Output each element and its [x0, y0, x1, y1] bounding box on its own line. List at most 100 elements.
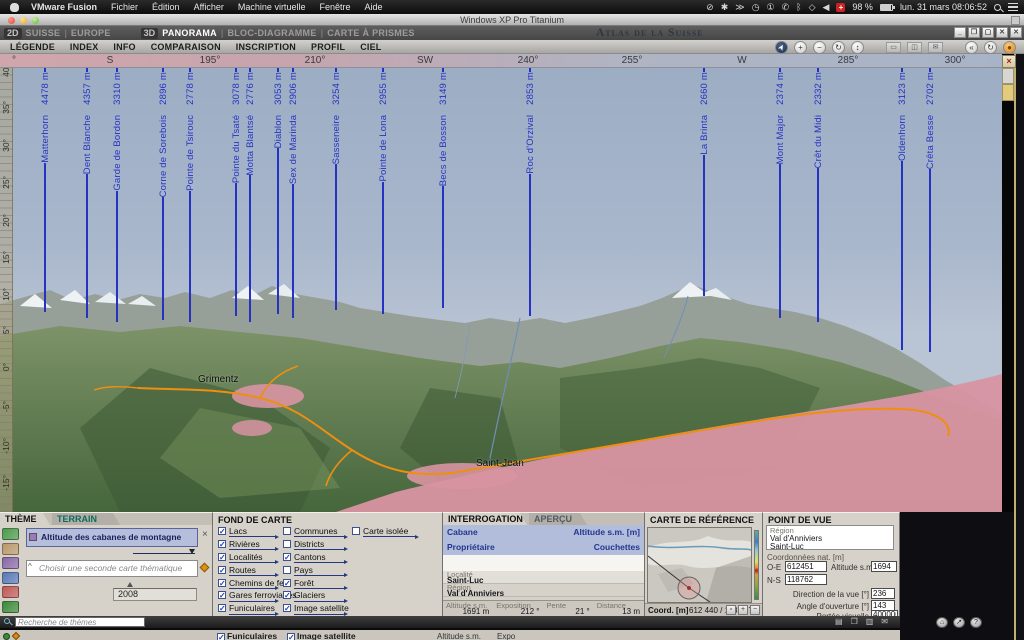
layer-slider[interactable] — [294, 601, 344, 602]
nav-légende[interactable]: LÉGENDE — [10, 42, 55, 52]
spotlight-icon[interactable] — [994, 4, 1001, 11]
panorama-scrollbar[interactable] — [1002, 68, 1014, 512]
nav-comparaison[interactable]: COMPARAISON — [151, 42, 221, 52]
layer-slider[interactable] — [229, 549, 275, 550]
minimize-traffic-light[interactable] — [20, 17, 27, 24]
slider-arrow-icon[interactable] — [344, 535, 348, 539]
swiss-flag-icon[interactable] — [836, 3, 845, 12]
zoom-in-tool-button[interactable]: + — [794, 41, 807, 54]
slider-marker-icon[interactable] — [189, 549, 195, 554]
butterfly-icon[interactable] — [2, 528, 19, 540]
tab-apercu[interactable]: APERÇU — [529, 513, 587, 525]
refresh-tool-button[interactable]: ↻ — [832, 41, 845, 54]
layer-slider[interactable] — [294, 536, 344, 537]
close-panorama-button[interactable]: × — [1002, 55, 1016, 68]
slider-arrow-icon[interactable] — [275, 573, 279, 577]
layer-slider[interactable] — [294, 614, 344, 615]
slider-arrow-icon[interactable] — [344, 586, 348, 590]
slider-arrow-icon[interactable] — [344, 573, 348, 577]
combo-diamond-icon[interactable] — [200, 563, 210, 573]
record-button[interactable]: ● — [1003, 41, 1016, 54]
layer-checkbox[interactable]: ✓ — [283, 553, 291, 561]
layer-slider[interactable] — [363, 536, 415, 537]
slider-arrow-icon[interactable] — [275, 599, 279, 603]
layer-slider[interactable] — [294, 562, 344, 563]
nav-info[interactable]: INFO — [113, 42, 135, 52]
sync-icon[interactable]: ⊘ — [706, 0, 714, 14]
menu-item-2[interactable]: Édition — [152, 2, 180, 12]
vm-resize-icon[interactable] — [1011, 16, 1020, 25]
tab-carte-a-prismes[interactable]: CARTE À PRISMES — [327, 28, 415, 38]
layer-slider[interactable] — [294, 588, 344, 589]
oe-field[interactable] — [785, 561, 827, 572]
airport-icon[interactable]: ◇ — [809, 0, 816, 14]
layer-checkbox[interactable]: ✓ — [283, 579, 291, 587]
tab-terrain[interactable]: TERRAIN — [52, 513, 120, 525]
menu-item-1[interactable]: Fichier — [111, 2, 138, 12]
flag-icon[interactable] — [2, 572, 19, 584]
slider-arrow-icon[interactable] — [275, 547, 279, 551]
nav-ciel[interactable]: CIEL — [360, 42, 381, 52]
document-icon[interactable]: ▤ — [835, 616, 843, 628]
layer-checkbox[interactable]: ✓ — [283, 591, 291, 599]
layer-checkbox[interactable]: ✓ — [218, 553, 226, 561]
home-button[interactable]: ⌂ — [936, 617, 948, 628]
zoom-in-button[interactable]: + — [738, 605, 748, 615]
elevation-tool-button[interactable]: ↕ — [851, 41, 864, 54]
universal-access-icon[interactable]: ① — [767, 0, 775, 14]
year-slider-marker[interactable] — [127, 582, 133, 587]
zoom-out-button[interactable]: − — [750, 605, 760, 615]
close-traffic-light[interactable] — [8, 17, 15, 24]
layer-checkbox[interactable]: ✓ — [218, 604, 226, 612]
menu-item-3[interactable]: Afficher — [194, 2, 224, 12]
tab-theme[interactable]: THÈME — [0, 513, 50, 525]
ns-field[interactable] — [785, 574, 827, 585]
modem-icon[interactable]: ✆ — [782, 0, 790, 14]
scrollbar-segment[interactable] — [1002, 68, 1014, 84]
menu-list-icon[interactable] — [1008, 3, 1018, 11]
layer-slider[interactable] — [294, 549, 344, 550]
layer-checkbox[interactable] — [283, 527, 291, 535]
layer-checkbox[interactable] — [283, 540, 291, 548]
theme-opacity-slider[interactable] — [133, 553, 195, 554]
single-view-button[interactable]: ▭ — [886, 42, 901, 53]
layer-checkbox[interactable]: ✓ — [218, 540, 226, 548]
mail-view-button[interactable]: ✉ — [928, 42, 943, 53]
rosette-icon[interactable] — [2, 557, 19, 569]
layer-slider[interactable] — [294, 575, 344, 576]
banner-icon[interactable] — [2, 543, 19, 555]
layer-checkbox[interactable]: ✓ — [218, 591, 226, 599]
menu-item-0[interactable]: VMware Fusion — [31, 2, 97, 12]
layer-checkbox[interactable] — [283, 566, 291, 574]
mode-3d-badge[interactable]: 3D — [141, 28, 159, 39]
zoom-traffic-light[interactable] — [32, 17, 39, 24]
layer-slider[interactable] — [229, 614, 275, 615]
layer-slider[interactable] — [229, 575, 275, 576]
menu-bar-clock[interactable]: lun. 31 mars 08:06:52 — [900, 2, 987, 12]
snowflake-icon[interactable]: ✱ — [721, 0, 729, 14]
altitude-field[interactable] — [871, 561, 897, 572]
vmware-window-titlebar[interactable]: Windows XP Pro Titanium — [0, 14, 1024, 26]
mode-2d-badge[interactable]: 2D — [4, 28, 22, 39]
layer-checkbox[interactable]: ✓ — [218, 566, 226, 574]
layer-checkbox[interactable]: ✓ — [218, 579, 226, 587]
layer-checkbox[interactable]: ✓ — [283, 604, 291, 612]
second-theme-combo[interactable]: Choisir une seconde carte thématique — [26, 560, 198, 577]
slider-arrow-icon[interactable] — [275, 535, 279, 539]
volume-icon[interactable]: ◀ — [823, 0, 830, 14]
menu-item-4[interactable]: Machine virtuelle — [238, 2, 306, 12]
nav-inscription[interactable]: INSCRIPTION — [236, 42, 296, 52]
mail-icon[interactable]: ✉ — [881, 616, 888, 628]
layer-slider[interactable] — [229, 536, 275, 537]
tab-panorama[interactable]: PANORAMA — [162, 28, 217, 38]
clear-theme-button[interactable]: × — [202, 529, 208, 540]
help-button[interactable]: ? — [970, 617, 982, 628]
tab-europe[interactable]: EUROPE — [71, 28, 111, 38]
selected-theme-box[interactable]: Altitude des cabanes de montagne — [26, 528, 198, 547]
restore-button[interactable]: ❐ — [968, 27, 980, 38]
layer-checkbox[interactable]: ✓ — [218, 527, 226, 535]
menu-item-5[interactable]: Fenêtre — [319, 2, 350, 12]
close-app-button[interactable]: ✕ — [996, 27, 1008, 38]
vehicle-icon[interactable] — [2, 586, 19, 598]
layer-slider[interactable] — [229, 588, 275, 589]
